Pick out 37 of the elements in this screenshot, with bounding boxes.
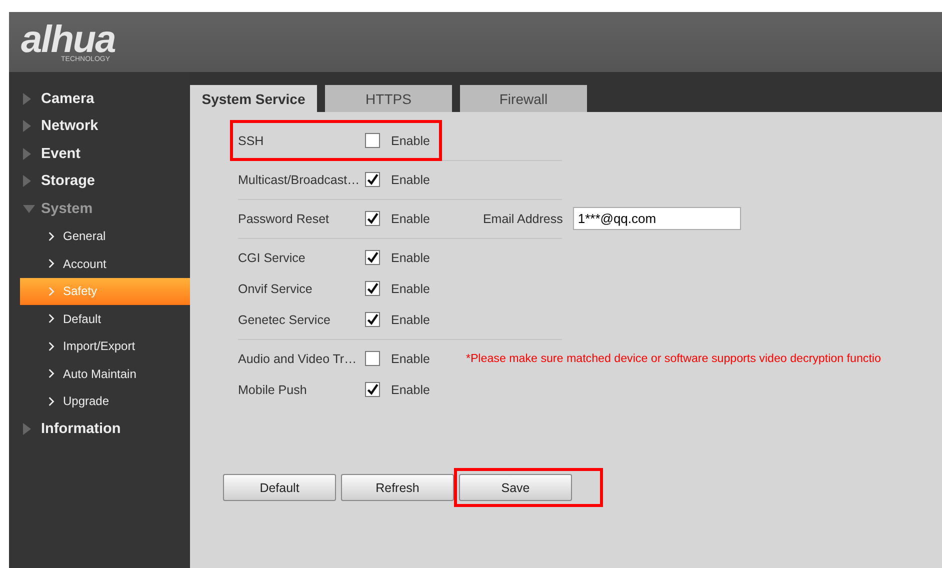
email-field[interactable]: 1***@qq.com [572,207,741,230]
setting-label: Multicast/Broadcast… [238,172,361,186]
setting-label: Genetec Service [238,312,332,326]
submenu-item[interactable]: Import/Export [20,332,190,360]
checkbox-label: Enable [391,172,430,186]
menu-item[interactable]: Storage [9,168,190,195]
action-button[interactable]: Save [459,474,572,501]
submenu-item[interactable]: Auto Maintain [20,360,190,388]
setting-label: Password Reset [238,212,330,226]
checkbox-label: Enable [391,312,430,326]
action-button[interactable]: Refresh [341,474,454,501]
menu-item[interactable]: Event [9,140,190,168]
warning-text: *Please make sure matched device or software supports video decryption functio [466,352,881,365]
checkbox-label: Enable [391,134,430,148]
menu-item[interactable]: Network [9,112,190,140]
menu-item[interactable]: System [9,195,190,222]
submenu-item[interactable]: Default [20,305,190,332]
field-label: Email Address [482,212,563,226]
checkbox-label: Enable [391,282,430,296]
menu-item[interactable]: Information [9,415,190,442]
checkbox-label: Enable [391,382,430,396]
action-button[interactable]: Default [223,474,336,501]
checkbox-label: Enable [391,212,430,226]
setting-label: Onvif Service [238,282,314,296]
tab[interactable]: Firewall [460,85,587,112]
tab[interactable]: System Service [190,85,317,112]
checkbox-label: Enable [391,250,430,264]
submenu-item[interactable]: Account [20,250,190,278]
setting-label: SSH [238,134,265,148]
submenu-item[interactable]: General [20,222,190,250]
submenu-item[interactable]: Upgrade [20,388,190,415]
menu-item[interactable]: Camera [9,85,190,112]
setting-label: Audio and Video Tr… [238,352,358,366]
setting-label: Mobile Push [238,382,308,396]
tab[interactable]: HTTPS [325,85,452,112]
checkbox-label: Enable [391,352,430,366]
setting-label: CGI Service [238,250,306,264]
